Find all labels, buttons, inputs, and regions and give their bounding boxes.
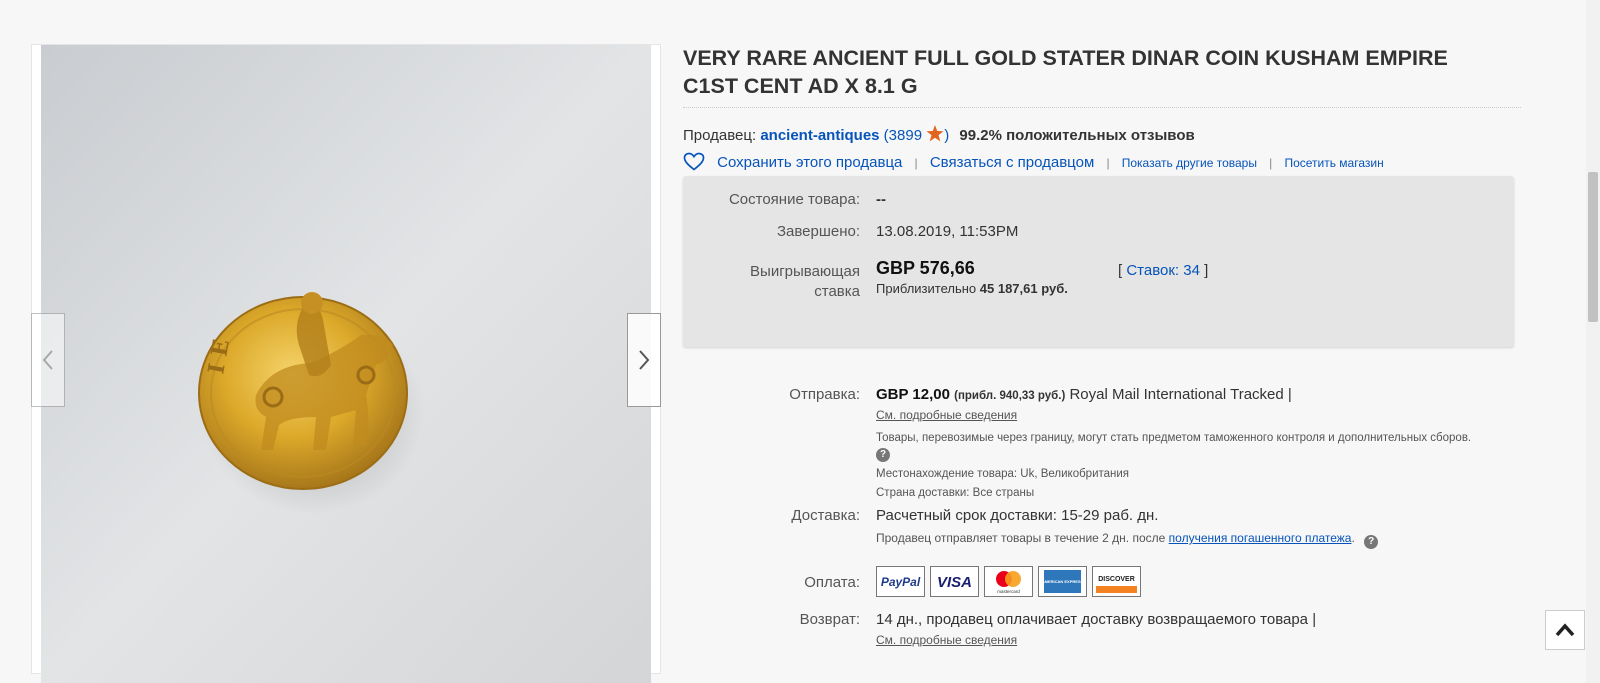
seller-name-link[interactable]: ancient-antiques [760, 127, 879, 144]
payment-label: Оплата: [804, 574, 860, 591]
bid-history-link[interactable]: Ставок: 34 [1126, 262, 1200, 279]
condition-value: -- [876, 191, 886, 208]
winning-bid-value: GBP 576,66 [876, 258, 975, 278]
mastercard-logo: mastercard [984, 566, 1033, 597]
seller-actions: Сохранить этого продавца | Связаться с п… [683, 152, 1384, 171]
winning-bid-label-line1: Выигрывающая [750, 263, 860, 280]
delivery-label: Доставка: [791, 507, 860, 524]
winning-bid: GBP 576,66 Приблизительно 45 187,61 руб. [876, 258, 1068, 296]
contact-seller-link[interactable]: Связаться с продавцом [930, 154, 1094, 171]
save-seller-link[interactable]: Сохранить этого продавца [717, 154, 902, 171]
next-image-button[interactable] [627, 313, 661, 407]
page-scrollbar[interactable] [1586, 0, 1600, 683]
positive-feedback: 99.2% положительных отзывов [959, 127, 1195, 144]
product-photo[interactable]: I E [41, 45, 651, 683]
seller-label: Продавец: [683, 127, 757, 144]
payment-methods: PayPal VISA mastercard AMERICAN EXPRESS … [876, 566, 1506, 597]
returns-policy: 14 дн., продавец оплачивает доставку воз… [876, 611, 1317, 628]
delivery-estimate: Расчетный срок доставки: 15-29 раб. дн. [876, 507, 1159, 524]
shipping-info: GBP 12,00 (прибл. 940,33 руб.) Royal Mai… [876, 386, 1506, 500]
visa-logo: VISA [930, 566, 979, 597]
bids-open-bracket: [ [1118, 262, 1123, 279]
ended-value: 13.08.2019, 11:53PM [876, 223, 1019, 240]
amex-logo: AMERICAN EXPRESS [1038, 566, 1087, 597]
scrollbar-thumb[interactable] [1588, 172, 1598, 322]
visit-store-link[interactable]: Посетить магазин [1284, 156, 1383, 170]
listing-title: VERY RARE ANCIENT FULL GOLD STATER DINAR… [683, 46, 1448, 98]
approx-value: 45 187,61 руб. [979, 281, 1068, 296]
amex-text: AMERICAN EXPRESS [1042, 579, 1084, 584]
back-to-top-button[interactable] [1545, 610, 1585, 650]
shipping-service: Royal Mail International Tracked | [1069, 386, 1292, 403]
chevron-up-icon [1555, 623, 1575, 637]
shipping-label: Отправка: [789, 386, 860, 403]
ended-label: Завершено: [776, 223, 860, 240]
shipping-line: GBP 12,00 (прибл. 940,33 руб.) Royal Mai… [876, 386, 1506, 403]
handling-suffix: . [1351, 531, 1355, 545]
chevron-left-icon [42, 350, 53, 370]
delivery-info: Расчетный срок доставки: 15-29 раб. дн. … [876, 507, 1506, 549]
help-icon[interactable]: ? [1364, 535, 1379, 549]
condition-label: Состояние товара: [728, 191, 860, 208]
feedback-close-paren: ) [944, 127, 950, 144]
auction-status-box: Состояние товара: -- Завершено: 13.08.20… [683, 176, 1514, 347]
other-items-link[interactable]: Показать другие товары [1122, 156, 1257, 170]
discover-text: DISCOVER [1098, 576, 1135, 583]
bid-count: [ Ставок: 34 ] [1118, 262, 1208, 279]
seller-info: Продавец: ancient-antiques (3899 ) 99.2%… [683, 125, 1195, 144]
winning-bid-label: Выигрывающая ставка [683, 262, 860, 302]
item-location: Местонахождение товара: Uk, Великобритан… [876, 468, 1130, 480]
chevron-right-icon [639, 350, 650, 370]
paypal-logo: PayPal [876, 566, 925, 597]
coin-image: I E [41, 45, 651, 683]
discover-logo: DISCOVER [1092, 566, 1141, 597]
payment-received-link[interactable]: получения погашенного платежа [1169, 531, 1352, 545]
shipping-details-link[interactable]: См. подробные сведения [876, 408, 1017, 422]
mastercard-text: mastercard [997, 589, 1020, 594]
paypal-text: PayPal [881, 575, 921, 589]
approx-label: Приблизительно [876, 281, 977, 296]
customs-note-text: Товары, перевозимые через границу, могут… [876, 432, 1472, 444]
separator: | [1269, 156, 1273, 170]
returns-label: Возврат: [799, 611, 860, 628]
shipping-approx: (прибл. 940,33 руб.) [954, 390, 1066, 402]
feedback-count-link[interactable]: 3899 [889, 127, 922, 144]
customs-note: Товары, перевозимые через границу, могут… [876, 431, 1486, 462]
star-icon [926, 125, 944, 142]
handling-note: Продавец отправляет товары в течение 2 д… [876, 531, 1506, 549]
bids-close-bracket: ] [1204, 262, 1209, 279]
help-icon[interactable]: ? [876, 448, 890, 462]
shipping-price: GBP 12,00 [876, 386, 950, 403]
ships-to: Страна доставки: Все страны [876, 487, 1035, 499]
title-divider [683, 107, 1521, 108]
winning-bid-approx: Приблизительно 45 187,61 руб. [876, 281, 1068, 296]
handling-text: Продавец отправляет товары в течение 2 д… [876, 531, 1166, 545]
returns-details-link[interactable]: См. подробные сведения [876, 633, 1017, 647]
separator: | [1106, 156, 1110, 170]
previous-image-button[interactable] [31, 313, 65, 407]
winning-bid-label-line2: ставка [814, 283, 860, 300]
returns-info: 14 дн., продавец оплачивает доставку воз… [876, 611, 1506, 648]
heart-icon[interactable] [683, 152, 705, 171]
separator: | [914, 156, 918, 170]
visa-text: VISA [937, 574, 972, 591]
